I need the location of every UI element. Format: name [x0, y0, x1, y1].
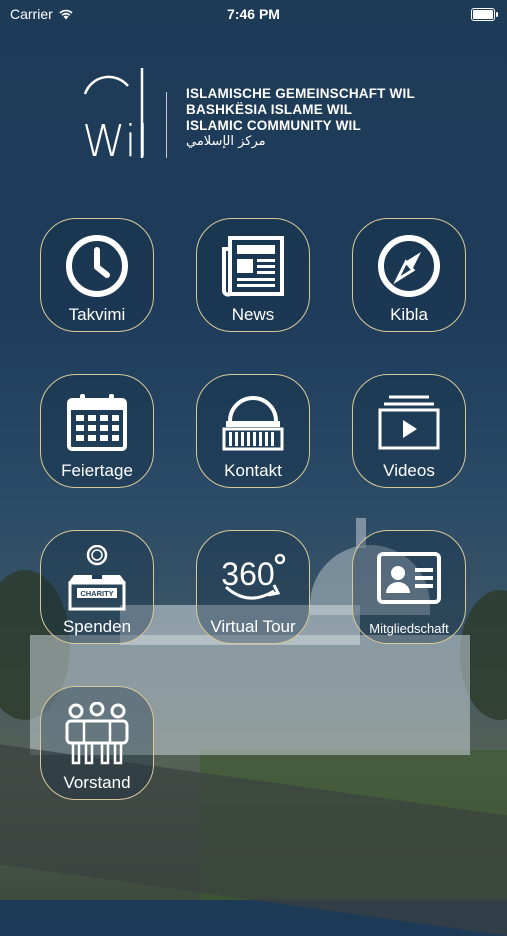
- org-name-sq: BASHKËSIA ISLAME WIL: [186, 102, 353, 117]
- clock-icon: [66, 235, 128, 297]
- 360-tour-icon: 360: [221, 553, 286, 600]
- community-logo: Wil: [82, 68, 149, 166]
- tile-label: Spenden: [62, 617, 132, 636]
- organization-name: ISLAMISCHE GEMEINSCHAFT WIL BASHKËSIA IS…: [186, 86, 415, 150]
- tile-virtual-tour[interactable]: 360 Virtual Tour: [196, 530, 310, 644]
- tile-label: News: [231, 305, 275, 324]
- battery-icon: [471, 8, 498, 21]
- tile-videos[interactable]: Videos: [352, 374, 466, 488]
- tile-label: Kibla: [390, 305, 428, 324]
- tile-feiertage[interactable]: Feiertage: [40, 374, 154, 488]
- tile-vorstand[interactable]: Vorstand: [40, 686, 154, 800]
- tile-label: Videos: [383, 461, 435, 480]
- tile-label: Vorstand: [63, 773, 131, 792]
- tile-takvimi[interactable]: Takvimi: [40, 218, 154, 332]
- status-bar: Carrier 7:46 PM: [0, 0, 507, 28]
- charity-box-icon: CHARITY: [68, 545, 126, 611]
- calendar-icon: [67, 394, 127, 451]
- tile-label: Kontakt: [224, 461, 282, 480]
- tile-label: Takvimi: [68, 305, 126, 324]
- tile-mitgliedschaft[interactable]: Mitgliedschaft: [352, 530, 466, 644]
- svg-text:CHARITY: CHARITY: [80, 589, 113, 598]
- tile-kontakt[interactable]: Kontakt: [196, 374, 310, 488]
- tile-kibla[interactable]: Kibla: [352, 218, 466, 332]
- tile-label: Feiertage: [61, 461, 133, 480]
- clock-time: 7:46 PM: [227, 6, 280, 22]
- svg-text:360: 360: [221, 556, 274, 592]
- mosque-dome-icon: [222, 396, 284, 451]
- org-name-de: ISLAMISCHE GEMEINSCHAFT WIL: [186, 86, 415, 101]
- video-play-icon: [378, 395, 440, 450]
- tile-news[interactable]: News: [196, 218, 310, 332]
- group-icon: [65, 702, 129, 765]
- org-name-ar: مركز الإسلامي: [186, 134, 266, 149]
- newspaper-icon: [222, 236, 284, 297]
- header-divider: [166, 92, 167, 158]
- tile-spenden[interactable]: CHARITY Spenden: [40, 530, 154, 644]
- org-name-en: ISLAMIC COMMUNITY WIL: [186, 118, 361, 133]
- tile-label: Virtual Tour: [210, 617, 296, 636]
- tile-label: Mitgliedschaft: [369, 621, 449, 636]
- member-card-icon: [377, 552, 441, 604]
- compass-icon: [378, 235, 440, 297]
- svg-text:Wil: Wil: [82, 116, 149, 166]
